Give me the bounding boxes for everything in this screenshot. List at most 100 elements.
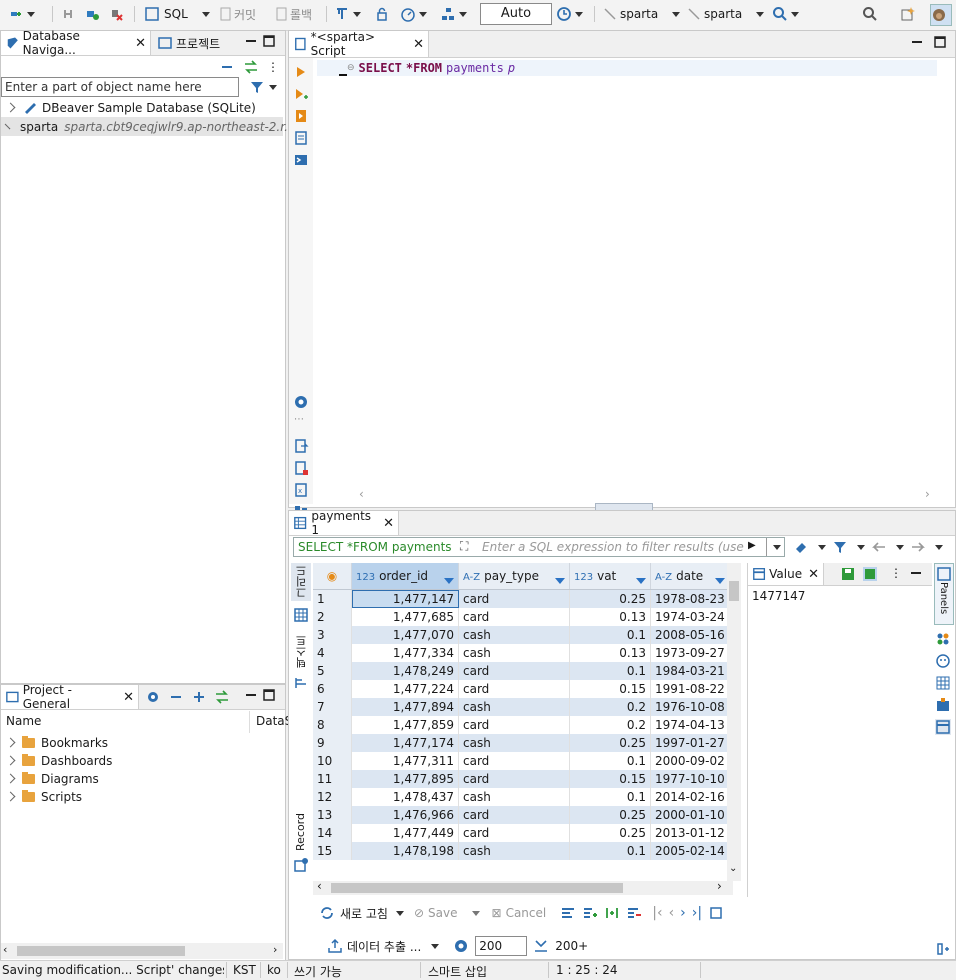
row-number-cell[interactable]: 9 [313, 734, 352, 752]
gear-icon[interactable] [145, 689, 161, 705]
disconnect-button[interactable] [60, 4, 76, 24]
script-error-icon[interactable] [293, 460, 309, 476]
tab-project[interactable]: 프로젝트 [153, 31, 253, 55]
back-icon[interactable] [871, 539, 887, 555]
tab-project-general[interactable]: Project - General ✕ [1, 683, 139, 711]
column-header-pay-type[interactable]: A-Z pay_type [458, 563, 570, 590]
fetch-next-icon[interactable] [533, 938, 549, 954]
sort-dropdown-icon[interactable] [636, 577, 646, 584]
tree-item-sparta[interactable]: sparta sparta.cbt9ceqjwlr9.ap-northeast-… [1, 117, 296, 136]
expand-icon[interactable] [191, 689, 207, 705]
pay-type-cell[interactable]: card [458, 608, 570, 626]
scrollbar-thumb[interactable] [729, 581, 739, 601]
fetch-more-button[interactable]: 200+ [555, 939, 588, 953]
pay-type-cell[interactable]: card [458, 806, 570, 824]
tab-payments-1[interactable]: payments 1 ✕ [289, 509, 399, 537]
maximize-icon[interactable] [934, 36, 946, 48]
first-page-icon[interactable]: |‹ [652, 905, 662, 921]
gear-icon[interactable] [293, 394, 309, 410]
close-icon[interactable]: ✕ [413, 37, 424, 52]
panels-toggle[interactable]: Panels [934, 563, 954, 625]
eraser-dropdown[interactable] [818, 544, 826, 550]
side-tab-text[interactable]: 텍스트 [291, 633, 311, 677]
navigator-filter-input[interactable]: Enter a part of object name here [1, 77, 239, 97]
date-cell[interactable]: 2000-01-10 [650, 806, 730, 824]
fullscreen-icon[interactable] [708, 905, 724, 921]
minimize-icon[interactable] [245, 689, 257, 701]
date-cell[interactable]: 1991-08-22 [650, 680, 730, 698]
sort-dropdown-icon[interactable] [444, 577, 454, 584]
forward-dropdown[interactable] [935, 544, 943, 550]
execute-new-tab-icon[interactable] [293, 86, 309, 102]
side-tab-grid[interactable]: 그리드 [291, 563, 311, 601]
grid-vertical-scrollbar[interactable]: ⌄ [727, 563, 741, 881]
vat-cell[interactable]: 0.1 [569, 752, 651, 770]
row-number-cell[interactable]: 4 [313, 644, 352, 662]
close-icon[interactable]: ✕ [383, 516, 394, 531]
close-icon[interactable]: ✕ [808, 567, 819, 582]
maximize-icon[interactable] [263, 689, 275, 701]
column-header-vat[interactable]: 123 vat [569, 563, 651, 590]
fetch-size-input[interactable]: 200 [475, 936, 528, 956]
pay-type-cell[interactable]: card [458, 680, 570, 698]
query-label[interactable]: SELECT *FROM payments [298, 540, 452, 554]
row-number-header[interactable]: ◉ [313, 563, 352, 590]
execute-statement-icon[interactable] [293, 64, 309, 80]
pay-type-cell[interactable]: card [458, 716, 570, 734]
save-to-file-icon[interactable] [862, 566, 878, 582]
fold-marker-icon[interactable]: ⊖ [347, 63, 355, 73]
previous-page-icon[interactable]: ‹ [669, 905, 675, 921]
vat-cell[interactable]: 0.15 [569, 680, 651, 698]
row-number-cell[interactable]: 11 [313, 770, 352, 788]
table-row[interactable]: 6 1,477,224 card 0.15 1991-08-22 [313, 680, 730, 698]
link-with-editor-icon[interactable] [214, 689, 230, 705]
more-icon[interactable]: ⋯ [294, 414, 304, 425]
vat-cell[interactable]: 0.25 [569, 734, 651, 752]
row-number-cell[interactable]: 6 [313, 680, 352, 698]
status-timezone[interactable]: KST [233, 963, 256, 977]
table-row[interactable]: 10 1,477,311 card 0.1 2000-09-02 [313, 752, 730, 770]
new-connection-button[interactable] [8, 4, 35, 24]
filter-history-dropdown[interactable] [773, 545, 781, 550]
dbeaver-perspective-button[interactable] [930, 4, 952, 26]
row-number-cell[interactable]: 3 [313, 626, 352, 644]
pay-type-cell[interactable]: card [458, 589, 570, 608]
chevron-right-icon[interactable] [5, 737, 16, 748]
table-row[interactable]: 2 1,477,685 card 0.13 1974-03-24 [313, 608, 730, 626]
metadata-icon[interactable] [935, 653, 951, 669]
scroll-down-icon[interactable]: ⌄ [729, 863, 737, 874]
gear-icon[interactable] [453, 938, 469, 954]
order-id-cell[interactable]: 1,477,224 [351, 680, 459, 698]
reconnect-button[interactable] [84, 4, 100, 24]
chevron-right-icon[interactable] [5, 755, 16, 766]
terminal-icon[interactable] [293, 152, 309, 168]
schema-compare-button[interactable] [440, 4, 467, 24]
order-id-cell[interactable]: 1,476,966 [351, 806, 459, 824]
order-id-cell[interactable]: 1,477,070 [351, 626, 459, 644]
toggle-layout-icon[interactable] [935, 941, 951, 957]
table-row[interactable]: 14 1,477,449 card 0.25 2013-01-12 [313, 824, 730, 842]
eraser-icon[interactable] [793, 539, 809, 555]
table-row[interactable]: 1 1,477,147 card 0.25 1978-08-23 [313, 589, 730, 608]
export-data-button[interactable]: 데이터 추출 ... [327, 938, 440, 955]
chevron-right-icon[interactable] [4, 123, 11, 130]
forward-icon[interactable] [910, 539, 926, 555]
pay-type-cell[interactable]: cash [458, 842, 570, 860]
calculator-icon[interactable] [935, 697, 951, 713]
sql-code-line[interactable]: ⊖ SELECT *FROM payments p [347, 61, 515, 75]
link-with-editor-icon[interactable] [243, 59, 259, 75]
scroll-left-icon[interactable]: ‹ [3, 943, 7, 956]
save-button[interactable]: ⊘ Save [414, 906, 480, 920]
date-cell[interactable]: 1974-03-24 [650, 608, 730, 626]
filter-apply-icon[interactable]: ▶ [748, 540, 756, 551]
expand-filter-icon[interactable]: ⛶ [460, 539, 468, 554]
minimize-icon[interactable] [911, 36, 923, 48]
copy-row-icon[interactable] [604, 905, 620, 921]
date-cell[interactable]: 1973-09-27 [650, 644, 730, 662]
vat-cell[interactable]: 0.25 [569, 589, 651, 608]
sort-dropdown-icon[interactable] [714, 577, 725, 584]
value-panel-text[interactable]: 1477147 [752, 589, 805, 603]
schema-select[interactable]: sparta [686, 4, 765, 24]
scrollbar-thumb[interactable] [17, 946, 185, 956]
history-button[interactable] [556, 4, 583, 24]
